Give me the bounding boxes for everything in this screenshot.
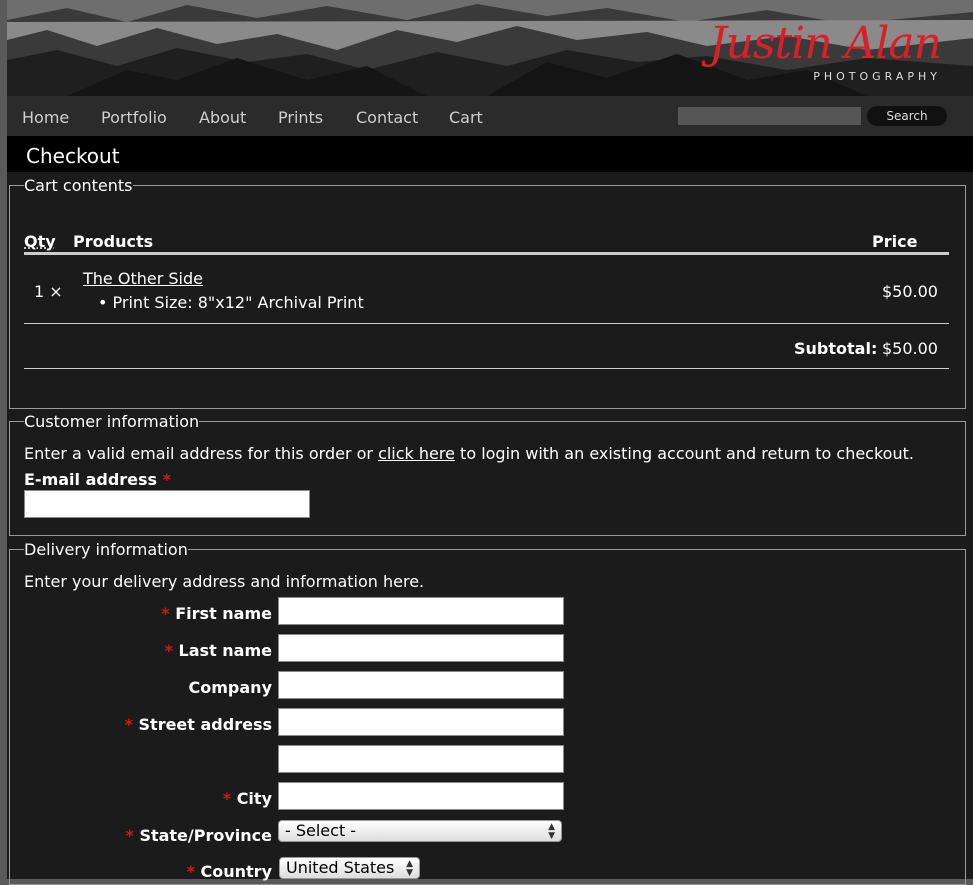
state-select[interactable]: - Select - ▲ ▼: [278, 820, 562, 842]
subtotal-divider: [24, 368, 949, 369]
required-marker: *: [124, 715, 133, 734]
select-arrows-icon: ▲ ▼: [406, 859, 413, 878]
company-field[interactable]: [278, 671, 564, 699]
country-select[interactable]: United States ▲ ▼: [279, 857, 420, 879]
customer-intro-before: Enter a valid email address for this ord…: [24, 444, 379, 463]
nav-cart[interactable]: Cart: [449, 108, 483, 127]
cart-item-title-link[interactable]: The Other Side: [83, 269, 203, 288]
cart-header-divider: [24, 252, 949, 255]
email-label: E-mail address *: [24, 470, 171, 489]
price-column-header: Price: [872, 232, 918, 251]
email-label-text: E-mail address: [24, 470, 158, 489]
first-name-label: * First name: [161, 604, 272, 623]
city-field[interactable]: [278, 782, 564, 810]
state-label: * State/Province: [125, 826, 272, 845]
products-column-header: Products: [73, 232, 154, 251]
qty-column-header: Qty: [24, 232, 56, 251]
page-title: Checkout: [26, 144, 120, 168]
customer-information-legend: Customer information: [24, 412, 200, 431]
cart-item-option: • Print Size: 8"x12" Archival Print: [98, 293, 364, 312]
street-address-label-text: Street address: [138, 715, 272, 734]
nav-home[interactable]: Home: [22, 108, 69, 127]
delivery-information-legend: Delivery information: [24, 540, 188, 559]
select-arrows-icon: ▲ ▼: [548, 822, 555, 841]
cart-item-divider: [24, 323, 949, 324]
state-label-text: State/Province: [139, 826, 272, 845]
main-nav: Home Portfolio About Prints Contact Cart…: [7, 96, 973, 136]
required-marker: *: [161, 604, 170, 623]
street-address-label: * Street address: [125, 715, 272, 734]
customer-intro-text: Enter a valid email address for this ord…: [24, 444, 914, 463]
nav-portfolio[interactable]: Portfolio: [101, 108, 167, 127]
country-label-text: Country: [200, 862, 272, 881]
street-address-line2-field[interactable]: [278, 745, 564, 773]
country-select-value: United States: [286, 858, 395, 877]
city-label-text: City: [236, 789, 272, 808]
street-address-field[interactable]: [278, 708, 564, 736]
brand-logo-text: Justin Alan: [708, 18, 942, 69]
cart-item-price: $50.00: [882, 282, 938, 301]
state-select-value: - Select -: [285, 821, 357, 840]
last-name-label-text: Last name: [178, 641, 272, 660]
required-marker: *: [222, 789, 232, 808]
email-field[interactable]: [24, 490, 310, 518]
login-link[interactable]: click here: [378, 444, 455, 463]
brand-tagline: PHOTOGRAPHY: [813, 70, 941, 83]
company-label: Company: [188, 678, 272, 697]
subtotal-value: $50.00: [882, 339, 938, 358]
search-input[interactable]: [678, 107, 861, 125]
page-title-bar: Checkout: [7, 136, 973, 172]
country-label: * Country: [187, 862, 272, 881]
header-banner: Justin Alan PHOTOGRAPHY: [7, 0, 973, 96]
nav-contact[interactable]: Contact: [356, 108, 418, 127]
first-name-field[interactable]: [278, 597, 564, 625]
subtotal-label: Subtotal:: [794, 339, 878, 358]
last-name-label: * Last name: [165, 641, 272, 660]
last-name-field[interactable]: [278, 634, 564, 662]
search-button[interactable]: Search: [867, 106, 947, 126]
nav-about[interactable]: About: [199, 108, 246, 127]
nav-prints[interactable]: Prints: [278, 108, 323, 127]
required-marker: *: [125, 826, 134, 845]
cart-item-option-text: Print Size: 8"x12" Archival Print: [112, 293, 364, 312]
cart-item-qty: 1 ×: [34, 282, 63, 301]
required-marker: *: [162, 470, 172, 489]
cart-contents-legend: Cart contents: [24, 176, 133, 195]
page: Justin Alan PHOTOGRAPHY Home Portfolio A…: [0, 0, 973, 885]
delivery-intro-text: Enter your delivery address and informat…: [24, 572, 425, 591]
required-marker: *: [186, 862, 195, 881]
first-name-label-text: First name: [175, 604, 272, 623]
required-marker: *: [164, 641, 173, 660]
customer-intro-after: to login with an existing account and re…: [454, 444, 914, 463]
city-label: * City: [223, 789, 272, 808]
